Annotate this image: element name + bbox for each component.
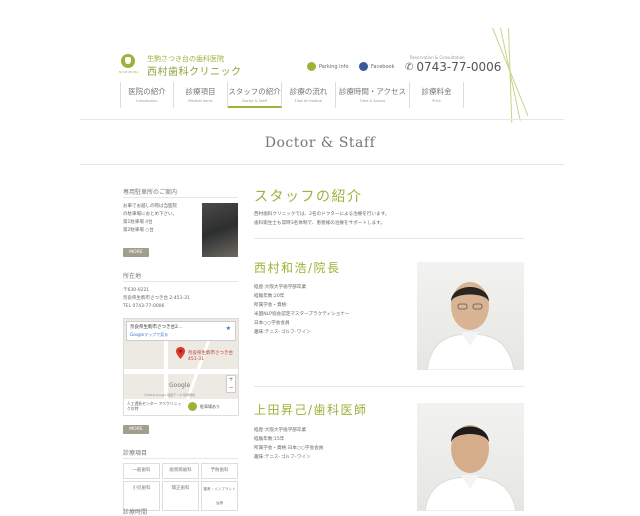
clinic-name[interactable]: 西村歯科クリニック	[147, 63, 242, 78]
treatment-item[interactable]: 審美・インプラント治療	[201, 481, 238, 511]
header-divider	[80, 119, 564, 120]
phone-number[interactable]: ✆ 0743-77-0006	[405, 60, 501, 74]
doctor-portrait-icon	[424, 425, 517, 511]
profile-line: 米国NLP協会認定マスタープラクティショナー	[254, 312, 350, 317]
parking-more-button[interactable]: MORE	[123, 248, 149, 257]
doctor-photo	[417, 403, 524, 511]
content-divider	[254, 386, 524, 387]
sidebar-divider	[123, 281, 238, 282]
google-map[interactable]: 奈良県生駒市さつき台2... Googleマップで見る ★ 奈良県生駒市さつき台…	[123, 318, 239, 416]
parking-line: 第1駐車場 4台	[123, 220, 153, 225]
profile-line: 趣味:テニス･ゴルフ･ワイン	[254, 455, 311, 460]
treatment-item[interactable]: 一般歯科	[123, 463, 160, 479]
address-block: 〒630-0221 奈良県生駒市さつき台 2-451-31 TEL 0743-7…	[123, 287, 190, 311]
nav-sublabel: Medical items	[188, 99, 213, 103]
map-road	[124, 369, 238, 374]
content-divider	[254, 238, 524, 239]
parking-info-link[interactable]: Parking info	[307, 62, 349, 71]
tooth-logo-icon	[121, 54, 135, 68]
map-zoom-control[interactable]: + −	[226, 375, 236, 393]
profile-line: 日本○○学会会員	[254, 321, 290, 326]
map-title: 奈良県生駒市さつき台2...	[130, 325, 183, 330]
staff-section-title: スタッフの紹介	[254, 189, 363, 205]
profile-line: 経験年数:15年	[254, 437, 285, 442]
page-title: Doctor & Staff	[264, 135, 376, 151]
location-more-button[interactable]: MORE	[123, 425, 149, 434]
map-google-label: Google	[169, 382, 191, 389]
treatment-heading: 診療項目	[123, 450, 148, 457]
parking-heading: 専用駐車所のご案内	[123, 189, 178, 196]
parking-line: 第2駐車場 ○台	[123, 228, 154, 233]
map-pin-label: 奈良県生駒市さつき台 451-31	[188, 351, 233, 362]
map-copyright: ©2016 Google 地図データ 利用規約	[144, 393, 196, 397]
parking-text: お車でお越しの際は当医院 の駐車場におとめ下さい。 第1駐車場 4台 第2駐車場…	[123, 203, 177, 235]
nav-label: 診療項目	[185, 87, 216, 96]
profile-line: 経験年数:20年	[254, 294, 285, 299]
parking-icon	[307, 62, 316, 71]
facebook-icon	[359, 62, 368, 71]
map-place-label: 人工透析センター アベクリニックの特	[127, 401, 182, 411]
intro-line: 歯科衛生士も常時3名体制で、患者様の治療をサポートします。	[254, 221, 385, 226]
nav-label: 診療料金	[421, 87, 452, 96]
map-parking-label: 駐車場あり	[200, 404, 220, 409]
doctor-photo	[417, 262, 524, 370]
map-footer: 人工透析センター アベクリニックの特 駐車場あり	[124, 399, 238, 415]
main-nav: 医院の紹介 Introduction 診療項目 Medical items スタ…	[120, 82, 464, 108]
nav-sublabel: Flow of medical	[294, 99, 323, 103]
profile-line: 所属学会・資格:日本○○学会会員	[254, 446, 324, 451]
parking-line: の駐車場におとめ下さい。	[123, 212, 177, 217]
parking-icon	[188, 402, 197, 411]
map-view-link[interactable]: Googleマップで見る	[127, 332, 235, 338]
location-heading: 所在地	[123, 273, 142, 280]
phone-icon: ✆	[405, 61, 414, 73]
doctor-profile: 経歴:大阪大学歯学部卒業 経験年数:20年 所属学会・資格: 米国NLP協会認定…	[254, 283, 350, 337]
parking-line: お車でお越しの際は当医院	[123, 204, 177, 209]
address-line: 〒630-0221	[123, 288, 150, 293]
nav-sublabel: Introduction	[136, 99, 158, 103]
nav-introduction[interactable]: 医院の紹介 Introduction	[120, 82, 174, 108]
facebook-label: Facebook	[371, 63, 395, 70]
title-divider	[80, 164, 564, 165]
treatment-item[interactable]: 矯正歯科	[162, 481, 199, 511]
doctor-portrait-icon	[426, 282, 515, 370]
treatment-grid: 一般歯科 歯周病歯科 予防歯科 小児歯科 矯正歯科 審美・インプラント治療	[123, 463, 238, 511]
nav-sublabel: Doctor & Staff	[242, 99, 267, 103]
nav-label: スタッフの紹介	[228, 87, 281, 96]
treatment-item[interactable]: 歯周病歯科	[162, 463, 199, 479]
address-line: 奈良県生駒市さつき台 2-451-31	[123, 296, 190, 301]
nav-sublabel: Time & Access	[359, 99, 386, 103]
nav-time-access[interactable]: 診療時間・アクセス Time & Access	[336, 82, 410, 108]
nav-label: 医院の紹介	[128, 87, 166, 96]
sidebar-divider	[123, 458, 238, 459]
sidebar-divider	[123, 197, 238, 198]
staff-intro: 西村歯科クリニックでは、2名のドクターによる治療を行います。 歯科衛生士も常時3…	[254, 210, 389, 228]
nav-label: 診療時間・アクセス	[338, 87, 407, 96]
nav-medical-items[interactable]: 診療項目 Medical items	[174, 82, 228, 108]
profile-line: 経歴:大阪大学歯学部卒業	[254, 428, 307, 433]
map-info-box: 奈良県生駒市さつき台2... Googleマップで見る ★	[126, 321, 236, 341]
star-icon[interactable]: ★	[226, 325, 231, 332]
nav-flow[interactable]: 診療の流れ Flow of medical	[282, 82, 336, 108]
doctor-name: 西村和浩/院長	[254, 261, 341, 275]
parking-photo	[202, 203, 238, 257]
doctor-name: 上田昇己/歯科医師	[254, 403, 368, 417]
nav-label: 診療の流れ	[289, 87, 328, 96]
profile-line: 経歴:大阪大学歯学部卒業	[254, 285, 307, 290]
parking-info-label: Parking info	[319, 63, 349, 70]
nav-sublabel: Price	[432, 99, 441, 103]
logo-caption: NISHIMURA	[119, 70, 139, 74]
profile-line: 趣味:テニス･ゴルフ･ワイン	[254, 330, 311, 335]
intro-line: 西村歯科クリニックでは、2名のドクターによる治療を行います。	[254, 212, 390, 217]
address-line: TEL 0743-77-0006	[123, 304, 165, 309]
phone-text: 0743-77-0006	[416, 60, 502, 74]
doctor-profile: 経歴:大阪大学歯学部卒業 経験年数:15年 所属学会・資格:日本○○学会会員 趣…	[254, 426, 323, 462]
nav-price[interactable]: 診療料金 Price	[410, 82, 464, 108]
facebook-link[interactable]: Facebook	[359, 62, 395, 71]
treatment-item[interactable]: 予防歯科	[201, 463, 238, 479]
profile-line: 所属学会・資格:	[254, 303, 288, 308]
map-pin-icon	[176, 347, 185, 359]
hours-heading: 診療時間	[123, 509, 148, 516]
nav-doctor-staff[interactable]: スタッフの紹介 Doctor & Staff	[228, 82, 282, 108]
